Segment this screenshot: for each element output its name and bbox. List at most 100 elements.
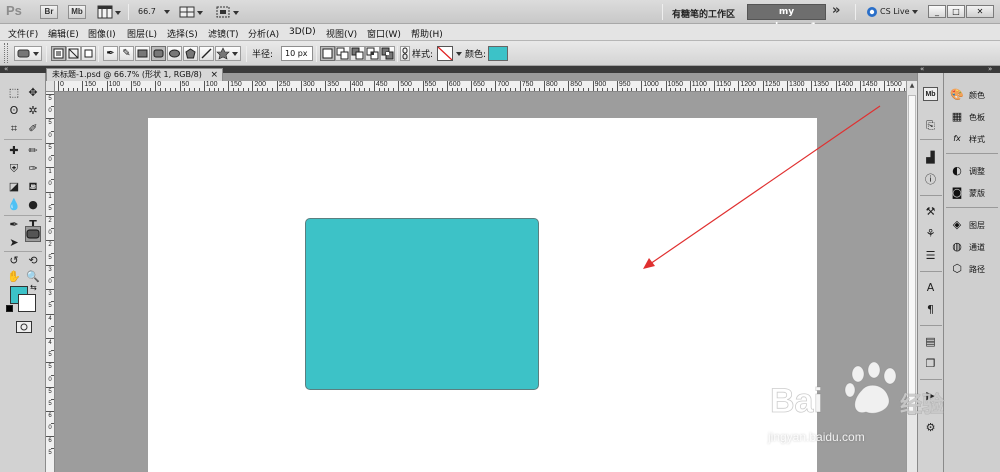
cs-live-icon[interactable] — [866, 6, 878, 18]
rounded-rectangle-tool-option[interactable] — [151, 46, 166, 61]
subtract-shape-button[interactable] — [350, 46, 365, 61]
rounded-rectangle-shape[interactable] — [305, 218, 539, 390]
paint-bucket-tool-icon[interactable]: ⛾ — [25, 179, 41, 195]
swatches-panel-tab[interactable]: ▦ 色板 — [948, 109, 1000, 125]
collapse-tools-icon[interactable]: « — [4, 65, 8, 73]
history-panel-icon[interactable]: ⎘ — [923, 119, 938, 133]
menu-window[interactable]: 窗口(W) — [367, 27, 401, 40]
dodge-tool-icon[interactable]: ● — [25, 197, 41, 213]
channels-panel-tab[interactable]: ◍ 通道 — [948, 239, 1000, 255]
rectangle-tool-option[interactable] — [135, 46, 150, 61]
rounded-rectangle-tool-icon[interactable] — [25, 226, 41, 242]
eraser-tool-icon[interactable]: ◪ — [6, 179, 22, 195]
hand-tool-icon[interactable]: ✋ — [6, 269, 22, 285]
restore-button[interactable]: □ — [947, 5, 965, 18]
3d-orbit-tool-icon[interactable]: ⟲ — [25, 253, 41, 269]
blur-tool-icon[interactable]: 💧 — [6, 197, 22, 213]
minibridge-button[interactable]: Mb — [68, 5, 86, 19]
paths-mode-button[interactable] — [66, 46, 81, 61]
layers-panel-tab[interactable]: ◈ 图层 — [948, 217, 1000, 233]
tool-preset-picker[interactable] — [14, 46, 42, 61]
quick-mask-button[interactable] — [16, 321, 32, 333]
actions-panel-icon[interactable]: ☰ — [923, 249, 938, 263]
lasso-tool-icon[interactable]: ʘ — [6, 103, 22, 119]
clone-stamp-tool-icon[interactable]: ⛨ — [6, 161, 22, 177]
pen-tool-icon[interactable]: ✒ — [6, 217, 22, 233]
document-canvas[interactable] — [148, 118, 817, 472]
menu-view[interactable]: 视图(V) — [326, 27, 357, 40]
custom-shape-tool-option[interactable] — [215, 46, 241, 61]
freeform-pen-option[interactable]: ✎ — [119, 46, 134, 61]
style-picker[interactable] — [437, 46, 453, 61]
menu-filter[interactable]: 滤镜(T) — [208, 27, 239, 40]
workspace-label[interactable]: 有糖笔的工作区 — [672, 7, 735, 20]
paths-panel-tab[interactable]: ⬡ 路径 — [948, 261, 1000, 277]
minimize-button[interactable]: _ — [928, 5, 946, 18]
move-tool-icon[interactable]: ✥ — [25, 85, 41, 101]
arrange-documents-button[interactable] — [178, 4, 204, 20]
spot-healing-tool-icon[interactable]: ✚ — [6, 143, 22, 159]
polygon-tool-option[interactable] — [183, 46, 198, 61]
path-selection-tool-icon[interactable]: ➤ — [6, 235, 22, 251]
menu-analysis[interactable]: 分析(A) — [248, 27, 279, 40]
menu-file[interactable]: 文件(F) — [8, 27, 38, 40]
minibridge-panel-icon[interactable]: Mb — [923, 87, 938, 101]
style-dropdown-icon[interactable] — [456, 52, 462, 56]
swap-colors-icon[interactable]: ⇆ — [30, 283, 37, 292]
close-window-button[interactable]: ✕ — [966, 5, 994, 18]
menu-edit[interactable]: 编辑(E) — [48, 27, 79, 40]
cs-live-dropdown-icon[interactable] — [912, 10, 918, 14]
menu-select[interactable]: 选择(S) — [167, 27, 198, 40]
view-extras-button[interactable] — [96, 4, 122, 20]
brush-presets-panel-icon[interactable]: ⚒ — [923, 205, 938, 219]
info-panel-icon[interactable]: ⓘ — [923, 173, 938, 187]
histogram-panel-icon[interactable]: ▟ — [923, 151, 938, 165]
menu-help[interactable]: 帮助(H) — [411, 27, 443, 40]
pen-tool-option[interactable]: ✒ — [103, 46, 118, 61]
screen-mode-button[interactable] — [214, 4, 240, 20]
options-grip[interactable] — [4, 43, 8, 63]
menu-image[interactable]: 图像(I) — [88, 27, 116, 40]
expand-panels-icon[interactable]: » — [988, 65, 992, 73]
line-tool-option[interactable] — [199, 46, 214, 61]
document-tab[interactable]: 未标题-1.psd @ 66.7% (形状 1, RGB/8) × — [46, 68, 223, 81]
ellipse-tool-option[interactable] — [167, 46, 182, 61]
cs-live-button[interactable]: CS Live — [880, 7, 910, 16]
history-brush-tool-icon[interactable]: ✑ — [25, 161, 41, 177]
clone-source-panel-icon[interactable]: ⚘ — [923, 227, 938, 241]
fill-pixels-button[interactable] — [81, 46, 96, 61]
workspace-button[interactable]: my workspace1 — [747, 4, 826, 32]
link-style-button[interactable] — [400, 46, 410, 61]
styles-panel-tab[interactable]: fx 样式 — [948, 131, 1000, 147]
zoom-dropdown-icon[interactable] — [164, 10, 170, 14]
default-colors-icon[interactable] — [6, 305, 13, 312]
crop-tool-icon[interactable]: ⌗ — [6, 121, 22, 137]
collapse-dock-icon[interactable]: « — [920, 65, 924, 73]
radius-input[interactable]: 10 px — [281, 46, 313, 61]
notes-panel-icon[interactable]: ▤ — [923, 335, 938, 349]
shape-layers-button[interactable] — [51, 46, 66, 61]
quick-selection-tool-icon[interactable]: ✲ — [25, 103, 41, 119]
more-workspaces-button[interactable]: » — [832, 4, 840, 18]
ruler-origin[interactable] — [46, 81, 55, 92]
eyedropper-tool-icon[interactable]: ✐ — [25, 121, 41, 137]
menu-layer[interactable]: 图层(L) — [127, 27, 157, 40]
bridge-button[interactable]: Br — [40, 5, 58, 19]
adjustments-panel-tab[interactable]: ◐ 调整 — [948, 163, 1000, 179]
background-color-swatch[interactable] — [18, 294, 36, 312]
add-to-shape-button[interactable] — [335, 46, 350, 61]
close-document-icon[interactable]: × — [210, 69, 218, 81]
marquee-tool-icon[interactable]: ⬚ — [6, 85, 22, 101]
paragraph-panel-icon[interactable]: ¶ — [923, 303, 938, 317]
shape-color-swatch[interactable] — [488, 46, 508, 61]
menu-3d[interactable]: 3D(D) — [289, 27, 316, 37]
new-shape-layer-button[interactable] — [320, 46, 335, 61]
exclude-shape-button[interactable] — [380, 46, 395, 61]
color-panel-tab[interactable]: 🎨 颜色 — [948, 87, 1000, 103]
scroll-up-icon[interactable]: ▲ — [908, 82, 916, 91]
masks-panel-tab[interactable]: ◙ 蒙版 — [948, 185, 1000, 201]
character-panel-icon[interactable]: A — [923, 281, 938, 295]
3d-rotate-tool-icon[interactable]: ↺ — [6, 253, 22, 269]
zoom-level[interactable]: 66.7 — [138, 7, 156, 16]
intersect-shape-button[interactable] — [365, 46, 380, 61]
